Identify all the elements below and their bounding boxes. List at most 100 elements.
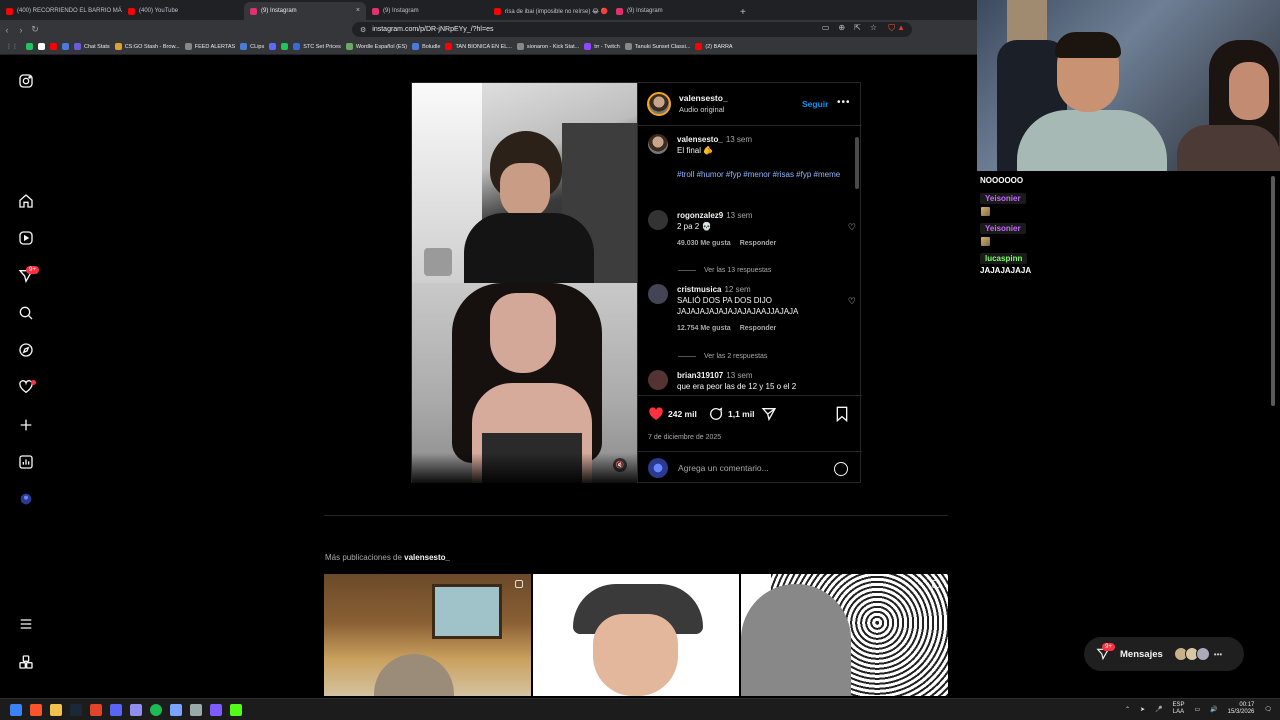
more-options-icon[interactable]: •••: [837, 97, 851, 108]
chevron-up-icon[interactable]: ⌃: [1125, 706, 1130, 713]
language-indicator[interactable]: ESP LAA: [1173, 702, 1185, 716]
profile-avatar-icon[interactable]: [17, 490, 35, 508]
browser-tab-4[interactable]: (9) Instagram: [366, 2, 488, 20]
more-menu-icon[interactable]: [17, 615, 35, 633]
view-replies[interactable]: Ver las 13 respuestas: [678, 267, 771, 274]
bookmark-item[interactable]: CS:GO Stash - Brow...: [114, 43, 180, 50]
browser-tab-3-active[interactable]: (9) Instagram ×: [244, 2, 366, 20]
network-icon[interactable]: ▭: [1195, 706, 1201, 713]
post-thumbnail[interactable]: [324, 574, 531, 696]
bookmark-item[interactable]: [38, 43, 45, 50]
steam-icon[interactable]: [70, 703, 82, 716]
start-windows-icon[interactable]: [10, 703, 22, 716]
comments-list[interactable]: valensesto_ 13 sem El final 🫵 #troll #hum…: [638, 125, 862, 395]
bookmark-item[interactable]: CLips: [240, 43, 264, 50]
url-text[interactable]: instagram.com/p/DR-jNRpEYy_/?hl=es: [372, 26, 493, 33]
instagram-logo-icon[interactable]: [17, 72, 35, 90]
home-icon[interactable]: [17, 192, 35, 210]
comment-username[interactable]: cristmusica: [677, 285, 721, 294]
bookmark-item[interactable]: [281, 43, 289, 50]
app-icon[interactable]: [130, 703, 142, 716]
bookmark-item[interactable]: FEED ALERTAS: [184, 43, 235, 50]
comment-username[interactable]: rogonzalez9: [677, 211, 723, 220]
bookmark-item[interactable]: Wordle Español (ES): [345, 43, 407, 50]
bookmark-item[interactable]: Tanuki Sunset Classi...: [624, 43, 690, 50]
bookmark-item[interactable]: [62, 43, 69, 50]
caption-username[interactable]: valensesto_: [677, 135, 723, 144]
file-explorer-icon[interactable]: [50, 703, 62, 716]
new-tab-button[interactable]: +: [732, 7, 754, 20]
bookmark-item[interactable]: TAN BIONICA EN EL...: [445, 43, 512, 50]
reels-icon[interactable]: [17, 229, 35, 247]
app-icon[interactable]: [190, 703, 202, 716]
app-icon[interactable]: [210, 703, 222, 716]
share-icon[interactable]: ⇱: [854, 23, 861, 32]
more-posts-username[interactable]: valensesto_: [404, 553, 450, 562]
reply-button[interactable]: Responder: [740, 240, 777, 247]
chat-scrollbar[interactable]: [1271, 171, 1277, 698]
likes-count[interactable]: 242 mil: [668, 409, 697, 419]
create-plus-icon[interactable]: [17, 416, 35, 434]
mic-icon[interactable]: 🎤: [1155, 706, 1162, 713]
audio-label[interactable]: Audio original: [679, 104, 728, 115]
bookmark-item[interactable]: [26, 43, 33, 50]
brave-shield-icon[interactable]: ⛉: [888, 23, 895, 34]
cast-icon[interactable]: ▭: [822, 23, 830, 32]
reload-icon[interactable]: ↻: [28, 24, 42, 35]
spotify-icon[interactable]: [150, 703, 162, 716]
back-icon[interactable]: ‹: [0, 25, 14, 35]
add-comment-input[interactable]: Agrega un comentario...: [678, 463, 769, 473]
also-from-meta-icon[interactable]: [17, 653, 35, 671]
comments-count[interactable]: 1,1 mil: [728, 409, 754, 419]
share-button[interactable]: [761, 406, 777, 422]
follow-button[interactable]: Seguir: [802, 99, 828, 109]
caption-hashtags[interactable]: #troll #humor #fyp #menor #risas #fyp #m…: [677, 169, 842, 180]
browser-tab-2[interactable]: (400) YouTube: [122, 2, 244, 20]
dashboard-icon[interactable]: [17, 453, 35, 471]
close-tab-icon[interactable]: ×: [356, 7, 360, 14]
app-icon[interactable]: [90, 703, 102, 716]
browser-tab-1[interactable]: (400) RECORRIENDO EL BARRIO MÁ: [0, 2, 122, 20]
comment-username[interactable]: brian319107: [677, 371, 723, 380]
like-button[interactable]: 242 mil: [648, 406, 697, 422]
kick-icon[interactable]: [230, 703, 242, 716]
messages-button[interactable]: 9+ Mensajes •••: [1084, 637, 1244, 671]
apps-grid-icon[interactable]: ⋮⋮: [6, 43, 18, 50]
post-thumbnail[interactable]: [532, 574, 740, 696]
notifications-icon[interactable]: 🗨: [1264, 706, 1272, 713]
brave-rewards-icon[interactable]: ▲: [897, 23, 905, 32]
commenter-avatar[interactable]: [648, 210, 668, 230]
caption-avatar[interactable]: [648, 134, 668, 154]
bookmark-item[interactable]: (2) BARRA: [695, 43, 733, 50]
messages-more-icon[interactable]: •••: [1214, 650, 1222, 659]
emoji-picker-icon[interactable]: [834, 462, 848, 476]
browser-tab-6[interactable]: (9) Instagram: [610, 2, 732, 20]
bookmark-item[interactable]: sionaron - Kick Stat...: [516, 43, 579, 50]
bookmark-item[interactable]: Boludle: [412, 43, 440, 50]
reply-button[interactable]: Responder: [740, 325, 777, 332]
bookmark-item[interactable]: STC Set Prices: [293, 43, 341, 50]
clock[interactable]: 00:17 15/3/2026: [1228, 702, 1255, 716]
view-replies[interactable]: Ver las 2 respuestas: [678, 353, 767, 360]
explore-icon[interactable]: [17, 341, 35, 359]
mute-speaker-icon[interactable]: 🔇: [613, 458, 627, 472]
commenter-avatar[interactable]: [648, 370, 668, 390]
bookmark-item[interactable]: trr - Twitch: [584, 43, 620, 50]
discord-icon[interactable]: [110, 703, 122, 716]
volume-icon[interactable]: 🔊: [1210, 706, 1217, 713]
reel-video[interactable]: 🔇: [412, 83, 637, 483]
author-avatar[interactable]: [647, 92, 671, 116]
author-username[interactable]: valensesto_: [679, 93, 728, 104]
browser-tab-5[interactable]: risa de ibai (imposible no reírse) 😂 🔴: [488, 2, 610, 20]
comments-scrollbar[interactable]: [855, 131, 859, 387]
telegram-icon[interactable]: ➤: [1140, 706, 1145, 713]
app-icon[interactable]: [170, 703, 182, 716]
comment-likes[interactable]: 49.030 Me gusta: [677, 240, 731, 247]
bookmark-item[interactable]: [269, 43, 277, 50]
bookmark-item[interactable]: Chat Stats: [74, 43, 110, 50]
post-thumbnail[interactable]: [741, 574, 949, 696]
bookmark-item[interactable]: [50, 43, 57, 50]
bookmark-star-icon[interactable]: ☆: [870, 23, 877, 32]
search-icon[interactable]: [17, 304, 35, 322]
comment-button[interactable]: 1,1 mil: [708, 406, 754, 422]
